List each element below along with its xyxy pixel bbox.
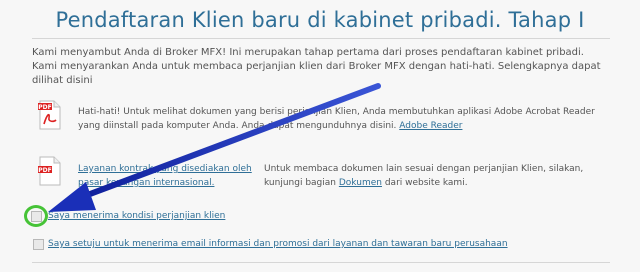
top-divider [32,38,610,39]
accept-email-label[interactable]: Saya setuju untuk menerima email informa… [48,239,508,249]
svg-text:PDF: PDF [38,167,51,174]
pdf-icon: PDF [38,156,61,186]
contract-link-block: Layanan kontrak yang disediakan oleh pas… [78,162,256,190]
svg-text:PDF: PDF [38,104,51,111]
warning-message: Hati-hati! Untuk melihat dokumen yang be… [78,107,595,131]
contract-services-link[interactable]: Layanan kontrak yang disediakan oleh pas… [78,164,252,188]
warning-text: Hati-hati! Untuk melihat dokumen yang be… [78,105,598,133]
annotation-arrow [48,83,381,212]
accept-email-checkbox[interactable] [33,239,44,250]
adobe-reader-link[interactable]: Adobe Reader [399,121,462,131]
accept-terms-label[interactable]: Saya menerima kondisi perjanjian klien [48,211,225,221]
page-title: Pendaftaran Klien baru di kabinet pribad… [55,8,585,32]
documents-note: Untuk membaca dokumen lain sesuai dengan… [264,162,604,190]
bottom-divider [32,262,610,263]
documents-note-tail: dari website kami. [384,178,468,188]
pdf-icon: PDF [38,100,61,130]
annotation-circle [24,205,48,227]
intro-text: Kami menyambut Anda di Broker MFX! Ini m… [32,47,601,86]
documents-link[interactable]: Dokumen [339,178,382,188]
